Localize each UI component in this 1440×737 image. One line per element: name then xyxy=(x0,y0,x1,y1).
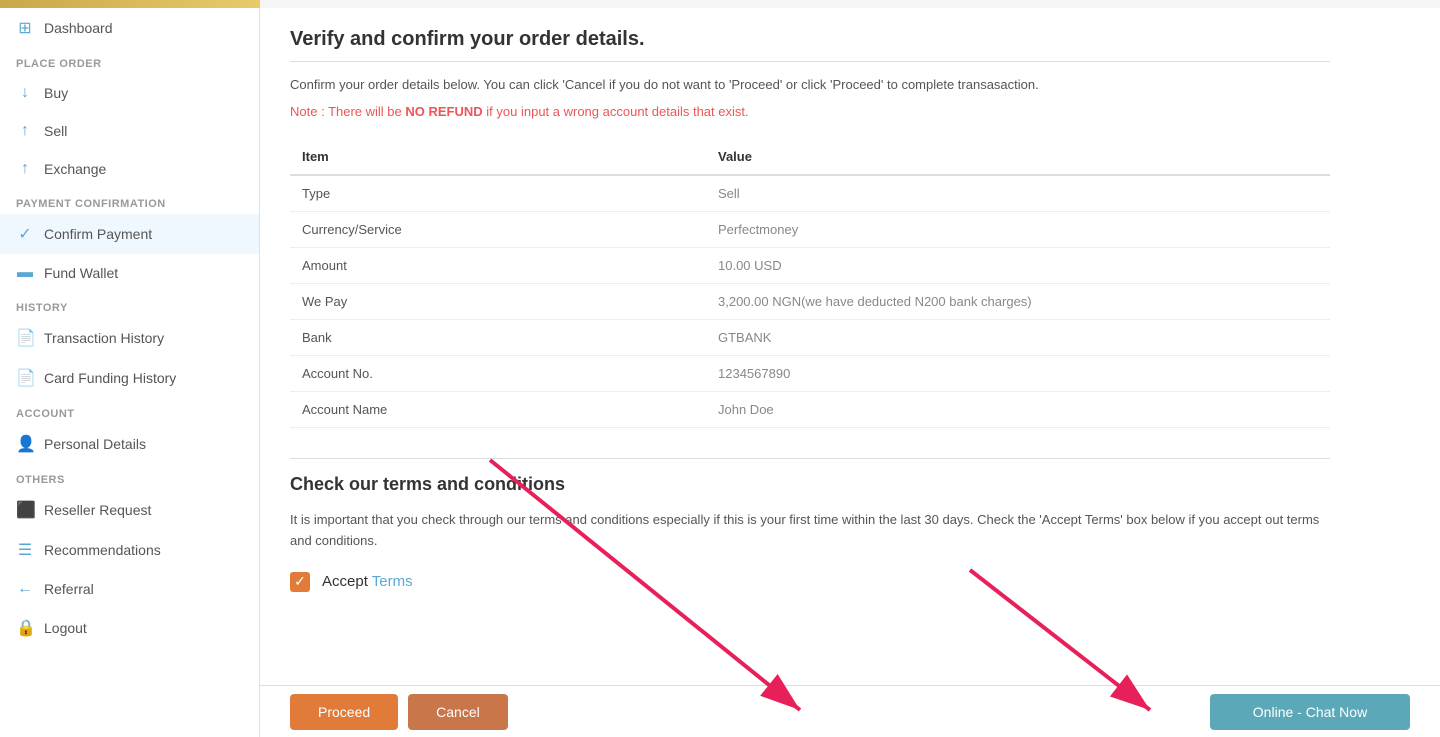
table-row: BankGTBANK xyxy=(290,320,1330,356)
cancel-button[interactable]: Cancel xyxy=(408,694,508,730)
accept-label: Accept Terms xyxy=(322,573,413,590)
lock-icon: 🔒 xyxy=(16,618,34,638)
table-row: TypeSell xyxy=(290,175,1330,212)
chat-button[interactable]: Online - Chat Now xyxy=(1210,694,1410,730)
recommendations-icon: ☰ xyxy=(16,540,34,560)
sidebar: ⊞ Dashboard PLACE ORDER ↓ Buy ↑ Sell ↑ E… xyxy=(0,8,260,737)
sidebar-item-card-funding-history[interactable]: 📄 Card Funding History xyxy=(0,358,259,398)
instruction-text: Confirm your order details below. You ca… xyxy=(290,77,1330,92)
terms-text: It is important that you check through o… xyxy=(290,510,1330,552)
table-header-value: Value xyxy=(706,139,1330,175)
table-header-item: Item xyxy=(290,139,706,175)
terms-title: Check our terms and conditions xyxy=(290,474,1330,495)
sidebar-item-referral[interactable]: ← Referral xyxy=(0,570,259,608)
sidebar-item-sell[interactable]: ↑ Sell xyxy=(0,112,259,150)
bottom-action-bar: Proceed Cancel Online - Chat Now xyxy=(260,685,1440,737)
main-content: Verify and confirm your order details. C… xyxy=(260,8,1440,685)
section-place-order: PLACE ORDER xyxy=(0,48,259,74)
note-suffix: if you input a wrong account details tha… xyxy=(486,104,748,119)
person-icon: 👤 xyxy=(16,434,34,454)
sidebar-item-fund-wallet[interactable]: ▬ Fund Wallet xyxy=(0,254,259,292)
check-icon: ✓ xyxy=(16,224,34,244)
accept-terms-checkbox[interactable]: ✓ xyxy=(290,572,310,592)
section-others: OTHERS xyxy=(0,464,259,490)
section-history: HISTORY xyxy=(0,292,259,318)
terms-link[interactable]: Terms xyxy=(372,573,413,590)
card-icon: ▬ xyxy=(16,264,34,282)
sidebar-item-logout[interactable]: 🔒 Logout xyxy=(0,608,259,648)
checkmark-icon: ✓ xyxy=(294,573,306,590)
section-account: ACCOUNT xyxy=(0,398,259,424)
table-row: Account NameJohn Doe xyxy=(290,392,1330,428)
proceed-button[interactable]: Proceed xyxy=(290,694,398,730)
sidebar-item-dashboard[interactable]: ⊞ Dashboard xyxy=(0,8,259,48)
note-prefix: Note : xyxy=(290,104,328,119)
page-title: Verify and confirm your order details. xyxy=(290,28,1330,51)
note-text: Note : There will be NO REFUND if you in… xyxy=(290,104,1330,119)
reseller-icon: ⬛ xyxy=(16,500,34,520)
sidebar-item-transaction-history[interactable]: 📄 Transaction History xyxy=(0,318,259,358)
sidebar-dashboard-label: Dashboard xyxy=(44,20,113,36)
order-details-table: Item Value TypeSellCurrency/ServicePerfe… xyxy=(290,139,1330,428)
sell-arrow-icon: ↑ xyxy=(16,122,34,140)
grid-icon: ⊞ xyxy=(16,18,34,38)
doc-icon-2: 📄 xyxy=(16,368,34,388)
buy-arrow-icon: ↓ xyxy=(16,84,34,102)
sidebar-item-recommendations[interactable]: ☰ Recommendations xyxy=(0,530,259,570)
sidebar-item-reseller-request[interactable]: ⬛ Reseller Request xyxy=(0,490,259,530)
note-body: There will be xyxy=(328,104,405,119)
referral-icon: ← xyxy=(16,580,34,598)
sidebar-item-buy[interactable]: ↓ Buy xyxy=(0,74,259,112)
sidebar-item-confirm-payment[interactable]: ✓ Confirm Payment xyxy=(0,214,259,254)
table-row: Currency/ServicePerfectmoney xyxy=(290,212,1330,248)
table-row: Account No.1234567890 xyxy=(290,356,1330,392)
note-bold: NO REFUND xyxy=(405,104,482,119)
sidebar-item-exchange[interactable]: ↑ Exchange xyxy=(0,150,259,188)
accept-terms-row: ✓ Accept Terms xyxy=(290,572,1330,592)
doc-icon-1: 📄 xyxy=(16,328,34,348)
exchange-arrow-icon: ↑ xyxy=(16,160,34,178)
sidebar-item-personal-details[interactable]: 👤 Personal Details xyxy=(0,424,259,464)
table-row: Amount10.00 USD xyxy=(290,248,1330,284)
table-row: We Pay3,200.00 NGN(we have deducted N200… xyxy=(290,284,1330,320)
section-payment-confirmation: PAYMENT CONFIRMATION xyxy=(0,188,259,214)
